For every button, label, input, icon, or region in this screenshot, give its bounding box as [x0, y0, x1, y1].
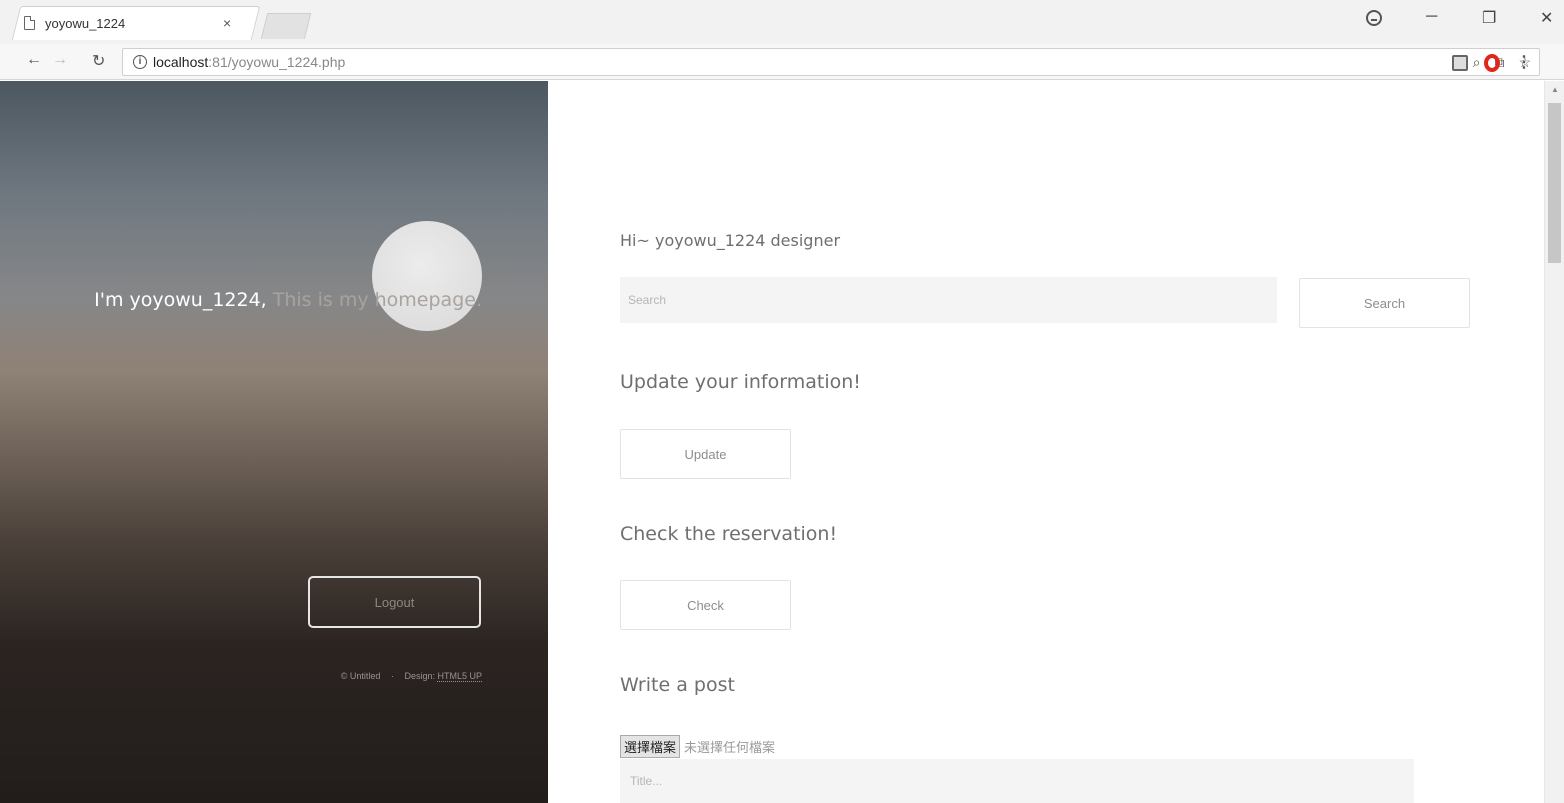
minimize-icon[interactable]: ─ [1426, 8, 1437, 26]
back-icon[interactable]: ← [26, 51, 42, 69]
url-path: :81/yoyowu_1224.php [208, 54, 346, 70]
reload-icon[interactable]: ↻ [92, 51, 105, 71]
tab-close-icon[interactable]: × [223, 15, 231, 31]
page-scrollbar[interactable]: ▲ [1544, 81, 1564, 803]
credit-design-link[interactable]: HTML5 UP [437, 671, 482, 682]
sidebar: I'm yoyowu_1224, This is my homepage. Lo… [0, 81, 548, 803]
menu-icon[interactable]: ⋮ [1516, 55, 1532, 71]
active-tab-content[interactable]: yoyowu_1224 × [24, 6, 264, 40]
tab-title: yoyowu_1224 [45, 15, 126, 31]
url-host: localhost [153, 54, 209, 70]
update-heading: Update your information! [620, 371, 861, 393]
address-bar[interactable]: i localhost:81/yoyowu_1224.php ⌕ ⧉ ☆ [122, 48, 1540, 76]
close-icon[interactable]: ✕ [1540, 8, 1553, 28]
choose-file-button[interactable]: 選擇檔案 [620, 735, 681, 758]
main-content: Hi~ yoyowu_1224 designer Search Search U… [549, 81, 1543, 803]
post-heading: Write a post [620, 674, 735, 696]
new-tab-button[interactable] [260, 13, 312, 39]
post-title-input[interactable]: Title... [620, 759, 1414, 803]
check-button[interactable]: Check [620, 580, 791, 630]
intro-rest: This is my homepage. [266, 289, 482, 311]
intro-text: I'm yoyowu_1224, This is my homepage. [0, 289, 482, 311]
greeting: Hi~ yoyowu_1224 designer [620, 231, 841, 250]
file-picker: 選擇檔案 未選擇任何檔案 [620, 735, 775, 758]
footer-credits: © Untitled · Design: HTML5 UP [0, 671, 482, 682]
intro-name: I'm yoyowu_1224, [94, 289, 267, 311]
credit-design-label: Design: [404, 671, 435, 681]
credit-untitled: © Untitled [340, 671, 381, 681]
page-content: I'm yoyowu_1224, This is my homepage. Lo… [0, 81, 1564, 803]
tab-bar: yoyowu_1224 × ─ ❐ ✕ [0, 0, 1564, 44]
profile-icon[interactable] [1366, 10, 1382, 26]
update-button[interactable]: Update [620, 429, 791, 479]
forward-icon[interactable]: → [52, 51, 68, 69]
document-icon [24, 16, 35, 30]
credit-separator: · [390, 671, 394, 681]
extension-icon[interactable] [1452, 55, 1468, 71]
search-button[interactable]: Search [1299, 278, 1470, 328]
maximize-icon[interactable]: ❐ [1482, 8, 1496, 28]
logout-button[interactable]: Logout [308, 576, 481, 628]
check-heading: Check the reservation! [620, 523, 838, 545]
search-input[interactable]: Search [620, 277, 1277, 323]
info-icon[interactable]: i [133, 55, 147, 69]
file-status: 未選擇任何檔案 [684, 740, 776, 755]
avatar [372, 221, 482, 331]
browser-toolbar: ← → ↻ i localhost:81/yoyowu_1224.php ⌕ ⧉… [0, 44, 1564, 80]
scroll-up-icon[interactable]: ▲ [1551, 85, 1559, 94]
opera-icon[interactable] [1484, 54, 1500, 72]
scroll-thumb[interactable] [1548, 103, 1561, 263]
